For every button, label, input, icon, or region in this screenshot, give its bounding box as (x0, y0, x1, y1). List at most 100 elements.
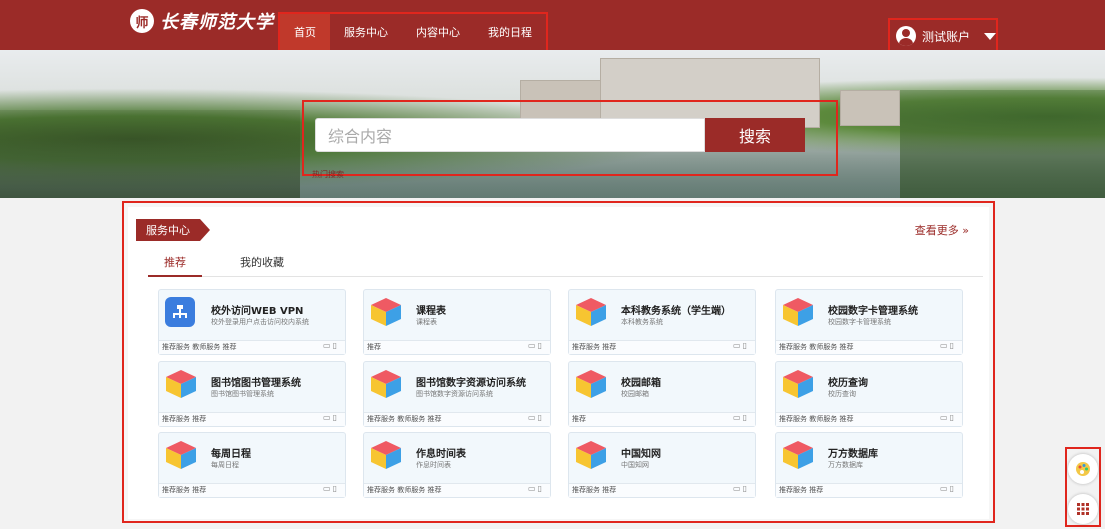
hot-search-label[interactable]: 热门搜索 (312, 169, 344, 180)
card-subtitle: 校外登录用户点击访问校内系统 (211, 318, 309, 326)
card-title: 万方数据库 (828, 449, 878, 460)
card-tags: 推荐 ▭▯ (364, 340, 550, 354)
cube-icon (782, 297, 814, 327)
card-title: 作息时间表 (416, 449, 466, 460)
card-subtitle: 图书馆图书管理系统 (211, 390, 274, 398)
card-subtitle: 本科教务系统 (621, 318, 663, 326)
card-title: 校园数字卡管理系统 (828, 306, 918, 317)
card-subtitle: 校园邮箱 (621, 390, 649, 398)
apps-grid-icon[interactable] (1068, 494, 1098, 524)
service-card[interactable]: 校园数字卡管理系统 校园数字卡管理系统推荐服务 教师服务 推荐 ▭▯ (775, 289, 963, 355)
device-icons: ▭▯ (323, 341, 339, 350)
cube-icon (165, 369, 197, 399)
device-icons: ▭▯ (528, 484, 544, 493)
search-input[interactable]: 综合内容 (315, 118, 705, 152)
card-tags: 推荐服务 推荐 ▭▯ (159, 483, 345, 497)
user-avatar-icon (896, 26, 916, 46)
search-button[interactable]: 搜索 (705, 118, 805, 152)
cube-icon (575, 297, 607, 327)
card-title: 校外访问WEB VPN (211, 306, 304, 317)
card-subtitle: 中国知网 (621, 461, 649, 469)
service-card[interactable]: 图书馆数字资源访问系统 图书馆数字资源访问系统推荐服务 教师服务 推荐 ▭▯ (363, 361, 551, 427)
card-subtitle: 作息时间表 (416, 461, 451, 469)
device-icons: ▭▯ (733, 484, 749, 493)
card-tags: 推荐服务 推荐 ▭▯ (569, 340, 755, 354)
card-tag-text: 推荐服务 教师服务 推荐 (779, 415, 854, 423)
card-tag-text: 推荐服务 教师服务 推荐 (162, 343, 237, 351)
tab-my-favorites[interactable]: 我的收藏 (240, 253, 284, 277)
account-name: 测试账户 (922, 29, 971, 44)
cube-icon (782, 369, 814, 399)
card-subtitle: 校园数字卡管理系统 (828, 318, 891, 326)
service-card[interactable]: 每周日程 每周日程推荐服务 推荐 ▭▯ (158, 432, 346, 498)
device-icons: ▭▯ (323, 484, 339, 493)
device-icons: ▭▯ (323, 413, 339, 422)
section-title: 服务中心 (136, 219, 210, 241)
nav-home[interactable]: 首页 (280, 14, 330, 50)
service-card[interactable]: 课程表 课程表 推荐 ▭▯ (363, 289, 551, 355)
card-title: 课程表 (416, 306, 446, 317)
service-card[interactable]: 万方数据库 万方数据库推荐服务 推荐 ▭▯ (775, 432, 963, 498)
card-title: 图书馆图书管理系统 (211, 378, 301, 389)
card-tags: 推荐服务 教师服务 推荐 ▭▯ (776, 412, 962, 426)
service-card[interactable]: 中国知网 中国知网推荐服务 推荐 ▭▯ (568, 432, 756, 498)
device-icons: ▭▯ (940, 413, 956, 422)
card-tags: 推荐服务 教师服务 推荐 ▭▯ (776, 340, 962, 354)
card-subtitle: 万方数据库 (828, 461, 863, 469)
card-title: 图书馆数字资源访问系统 (416, 378, 526, 389)
card-tag-text: 推荐 (572, 415, 586, 423)
service-center-panel: 服务中心 查看更多 » 推荐 我的收藏 校外访问WEB VPN 校外登录用户点击访… (122, 201, 995, 523)
account-menu[interactable]: 测试账户 (888, 18, 998, 54)
cube-icon (165, 440, 197, 470)
card-tag-text: 推荐服务 推荐 (162, 415, 207, 423)
device-icons: ▭▯ (940, 341, 956, 350)
service-card[interactable]: 校园邮箱 校园邮箱 推荐 ▭▯ (568, 361, 756, 427)
card-title: 校历查询 (828, 378, 868, 389)
card-subtitle: 图书馆数字资源访问系统 (416, 390, 493, 398)
card-tag-text: 推荐服务 推荐 (779, 486, 824, 494)
device-icons: ▭▯ (733, 341, 749, 350)
tab-recommended[interactable]: 推荐 (148, 253, 202, 277)
device-icons: ▭▯ (528, 341, 544, 350)
cube-icon (575, 440, 607, 470)
card-tags: 推荐服务 推荐 ▭▯ (776, 483, 962, 497)
view-more-link[interactable]: 查看更多 » (915, 222, 969, 238)
cube-icon (370, 440, 402, 470)
card-tags: 推荐 ▭▯ (569, 412, 755, 426)
service-card[interactable]: 作息时间表 作息时间表推荐服务 教师服务 推荐 ▭▯ (363, 432, 551, 498)
card-tag-text: 推荐 (367, 343, 381, 351)
network-icon (165, 297, 197, 327)
nav-content-center[interactable]: 内容中心 (402, 14, 474, 50)
card-tag-text: 推荐服务 推荐 (572, 343, 617, 351)
card-tags: 推荐服务 教师服务 推荐 ▭▯ (159, 340, 345, 354)
chevron-down-icon (984, 32, 996, 40)
card-subtitle: 每周日程 (211, 461, 239, 469)
card-title: 中国知网 (621, 449, 661, 460)
card-tags: 推荐服务 教师服务 推荐 ▭▯ (364, 483, 550, 497)
service-card[interactable]: 本科教务系统（学生端） 本科教务系统推荐服务 推荐 ▭▯ (568, 289, 756, 355)
card-subtitle: 校历查询 (828, 390, 856, 398)
university-logo[interactable]: 师 长春师范大学 (130, 8, 274, 34)
cube-icon (370, 369, 402, 399)
cube-icon (370, 297, 402, 327)
card-title: 本科教务系统（学生端） (621, 306, 731, 317)
card-tag-text: 推荐服务 推荐 (162, 486, 207, 494)
device-icons: ▭▯ (940, 484, 956, 493)
card-tag-text: 推荐服务 推荐 (572, 486, 617, 494)
service-card[interactable]: 校外访问WEB VPN 校外登录用户点击访问校内系统推荐服务 教师服务 推荐 ▭▯ (158, 289, 346, 355)
cube-icon (575, 369, 607, 399)
card-title: 每周日程 (211, 449, 251, 460)
school-name: 长春师范大学 (160, 12, 274, 33)
service-tabs: 推荐 我的收藏 (148, 253, 983, 277)
card-tag-text: 推荐服务 教师服务 推荐 (367, 415, 442, 423)
nav-service-center[interactable]: 服务中心 (330, 14, 402, 50)
device-icons: ▭▯ (528, 413, 544, 422)
top-navigation-bar: 师 长春师范大学 首页 服务中心 内容中心 我的日程 测试账户 (0, 0, 1105, 54)
service-card[interactable]: 图书馆图书管理系统 图书馆图书管理系统推荐服务 推荐 ▭▯ (158, 361, 346, 427)
school-seal-icon: 师 (130, 9, 154, 33)
card-tag-text: 推荐服务 教师服务 推荐 (779, 343, 854, 351)
nav-my-schedule[interactable]: 我的日程 (474, 14, 546, 50)
service-card[interactable]: 校历查询 校历查询推荐服务 教师服务 推荐 ▭▯ (775, 361, 963, 427)
palette-icon[interactable] (1068, 454, 1098, 484)
main-nav: 首页 服务中心 内容中心 我的日程 (278, 12, 548, 52)
